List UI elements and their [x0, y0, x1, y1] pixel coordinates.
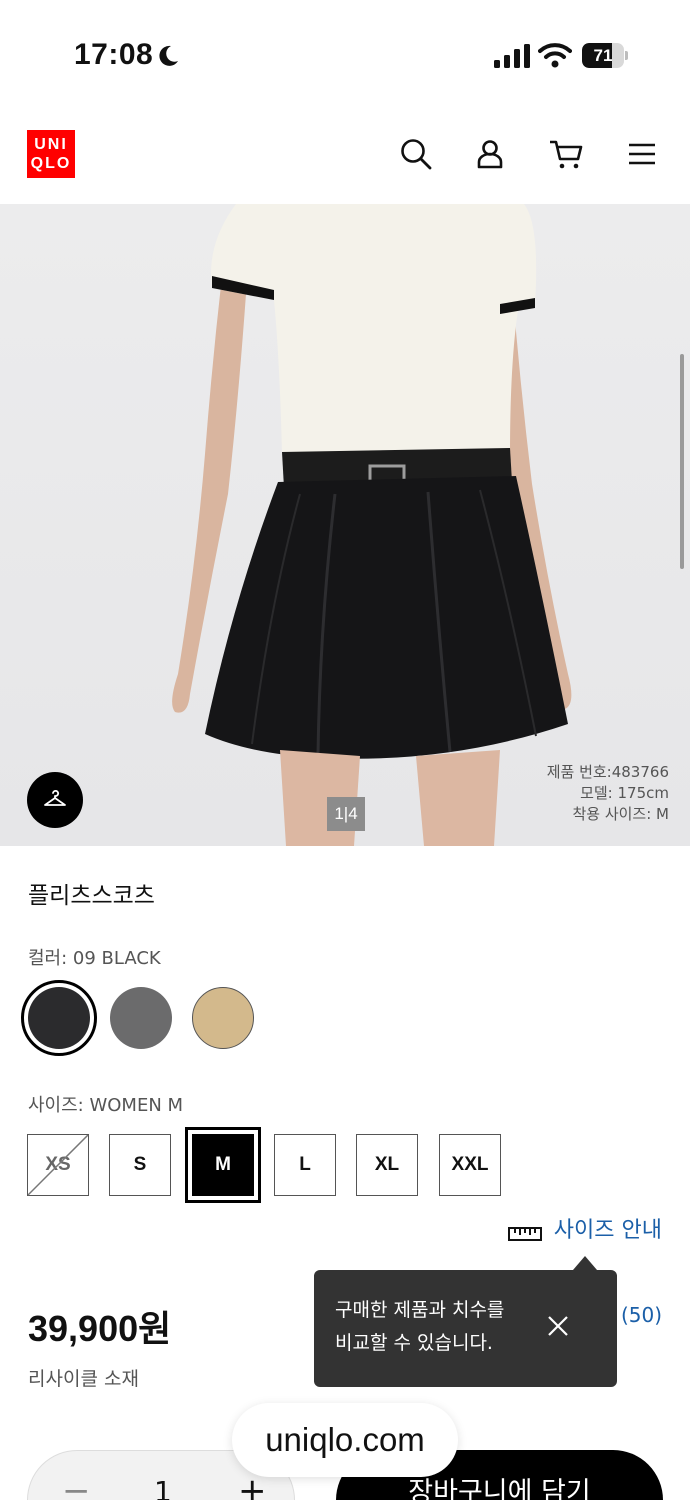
size-option-label: XL [374, 1154, 400, 1175]
tooltip-line2: 비교할 수 있습니다. [335, 1332, 493, 1354]
size-option-label: M [192, 1134, 254, 1196]
browser-url-bar[interactable]: uniqlo.com [232, 1403, 458, 1477]
quantity-value: 1 [154, 1475, 172, 1500]
close-icon[interactable] [544, 1312, 572, 1340]
site-header: UNI QLO [0, 100, 690, 204]
search-icon[interactable] [398, 136, 434, 172]
size-label: 사이즈: WOMEN M [28, 1095, 184, 1116]
status-time: 17:08 [74, 38, 154, 71]
size-option-xs[interactable]: XS [27, 1134, 89, 1196]
cellular-signal-icon [494, 44, 530, 68]
model-height: 모델: 175cm [580, 784, 669, 802]
tooltip-message: 구매한 제품과 치수를 비교할 수 있습니다. [335, 1294, 555, 1360]
product-image-gallery[interactable]: 1|4 제품 번호:483766 모델: 175cm 착용 사이즈: M [0, 204, 690, 846]
size-option-label: L [299, 1154, 311, 1175]
color-swatch-beige[interactable] [192, 987, 254, 1049]
color-swatch-gray[interactable] [110, 987, 172, 1049]
wifi-icon [538, 43, 572, 68]
page-scrollbar[interactable] [680, 354, 684, 569]
logo-line2: QLO [30, 155, 72, 172]
product-meta: 제품 번호:483766 모델: 175cm 착용 사이즈: M [547, 762, 669, 825]
moon-icon [159, 45, 178, 66]
size-option-label: S [133, 1154, 147, 1175]
material-note: 리사이클 소재 [28, 1368, 139, 1390]
product-photo [172, 204, 572, 846]
size-option-l[interactable]: L [274, 1134, 336, 1196]
cart-icon[interactable] [548, 136, 584, 172]
color-swatch-black[interactable] [28, 987, 90, 1049]
size-option-xxl[interactable]: XXL [439, 1134, 501, 1196]
logo-line1: UNI [34, 136, 68, 153]
color-label: 컬러: 09 BLACK [28, 948, 161, 969]
tooltip-arrow [573, 1256, 597, 1270]
image-pager: 1|4 [327, 797, 365, 831]
ruler-icon[interactable] [508, 1222, 542, 1242]
menu-icon[interactable] [624, 136, 660, 172]
size-compare-tooltip: 구매한 제품과 치수를 비교할 수 있습니다. [314, 1270, 617, 1387]
uniqlo-logo[interactable]: UNI QLO [27, 130, 75, 178]
status-bar: 17:08 71 [0, 0, 690, 100]
hanger-icon [44, 789, 66, 806]
account-icon[interactable] [472, 136, 508, 172]
battery-icon: 71 [582, 43, 628, 68]
product-price: 39,900원 [28, 1308, 172, 1349]
tooltip-line1: 구매한 제품과 치수를 [335, 1299, 505, 1321]
product-number: 제품 번호:483766 [546, 763, 669, 781]
battery-percent: 71 [593, 46, 613, 65]
quantity-decrease-button[interactable]: − [62, 1471, 91, 1500]
size-option-s[interactable]: S [109, 1134, 171, 1196]
unavailable-slash [28, 1135, 89, 1196]
size-option-xl[interactable]: XL [356, 1134, 418, 1196]
size-option-m[interactable]: M [185, 1127, 261, 1203]
product-title: 플리츠스코츠 [28, 883, 155, 909]
review-count-link[interactable]: (50) [621, 1303, 662, 1327]
size-guide-link[interactable]: 사이즈 안내 [554, 1212, 662, 1244]
try-on-button[interactable] [27, 772, 83, 828]
size-option-label: XXL [451, 1154, 489, 1175]
model-fit-size: 착용 사이즈: M [572, 805, 669, 823]
